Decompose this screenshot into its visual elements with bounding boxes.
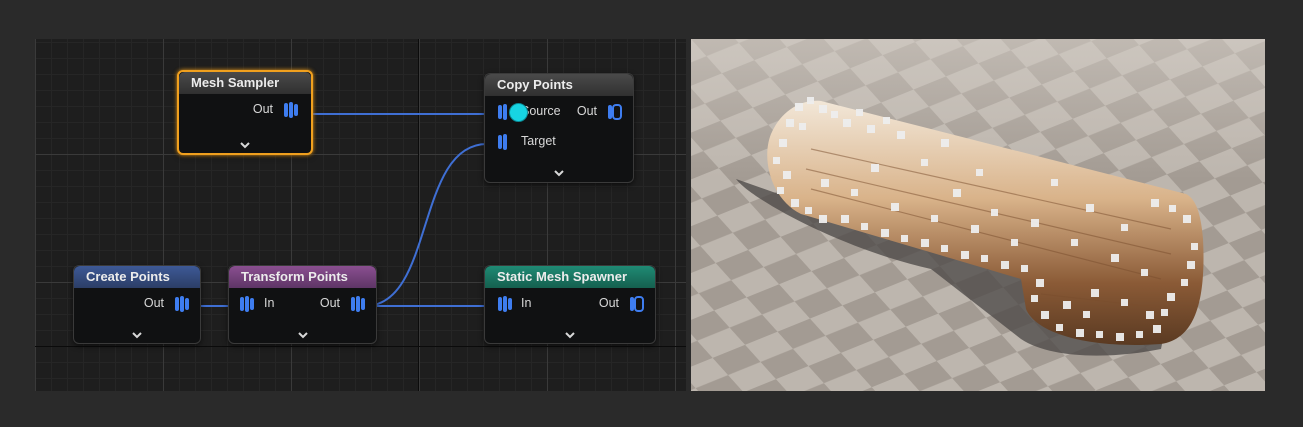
pin-label-in: In [264,296,275,310]
chevron-down-icon[interactable] [130,330,144,340]
point-data-pin-icon[interactable] [497,295,513,313]
node-title: Transform Points [229,266,376,288]
pin-label-out: Out [143,296,164,310]
node-create-points[interactable]: Create Points Out [73,265,201,344]
pin-label-out: Out [319,296,340,310]
chevron-down-icon[interactable] [238,140,252,150]
node-mesh-sampler[interactable]: Mesh Sampler Out [177,70,313,155]
point-data-pin-icon[interactable] [283,101,299,119]
node-transform-points[interactable]: Transform Points In Out [228,265,377,344]
pin-label-target: Target [521,134,556,148]
3d-viewport[interactable] [691,39,1265,391]
point-data-pin-icon[interactable] [629,295,645,313]
graph-origin-vertical-axis [418,39,419,391]
pin-label-in: In [521,296,532,310]
node-title: Copy Points [485,74,633,96]
point-data-pin-icon[interactable] [350,295,366,313]
pin-label-out: Out [598,296,619,310]
chevron-down-icon[interactable] [296,330,310,340]
node-title: Mesh Sampler [179,72,311,94]
point-data-pin-icon[interactable] [239,295,255,313]
node-static-mesh-spawner[interactable]: Static Mesh Spawner In Out [484,265,656,344]
point-data-pin-icon[interactable] [174,295,190,313]
pin-label-out: Out [576,104,597,118]
node-title: Static Mesh Spawner [485,266,655,288]
chevron-down-icon[interactable] [552,168,566,178]
chevron-down-icon[interactable] [563,330,577,340]
point-data-pin-icon[interactable] [607,103,623,121]
pin-label-out: Out [252,102,273,116]
wire-reroute-anchor[interactable] [509,103,528,122]
wire-transform-to-copy-target[interactable] [364,143,488,307]
node-copy-points[interactable]: Copy Points Source Out Target [484,73,634,183]
point-data-pin-icon[interactable] [497,133,513,151]
graph-editor-canvas[interactable]: Mesh Sampler Out Copy Points Source Out … [35,39,686,391]
node-title: Create Points [74,266,200,288]
viewport-scene [691,39,1265,391]
graph-origin-horizontal-axis [35,346,686,347]
